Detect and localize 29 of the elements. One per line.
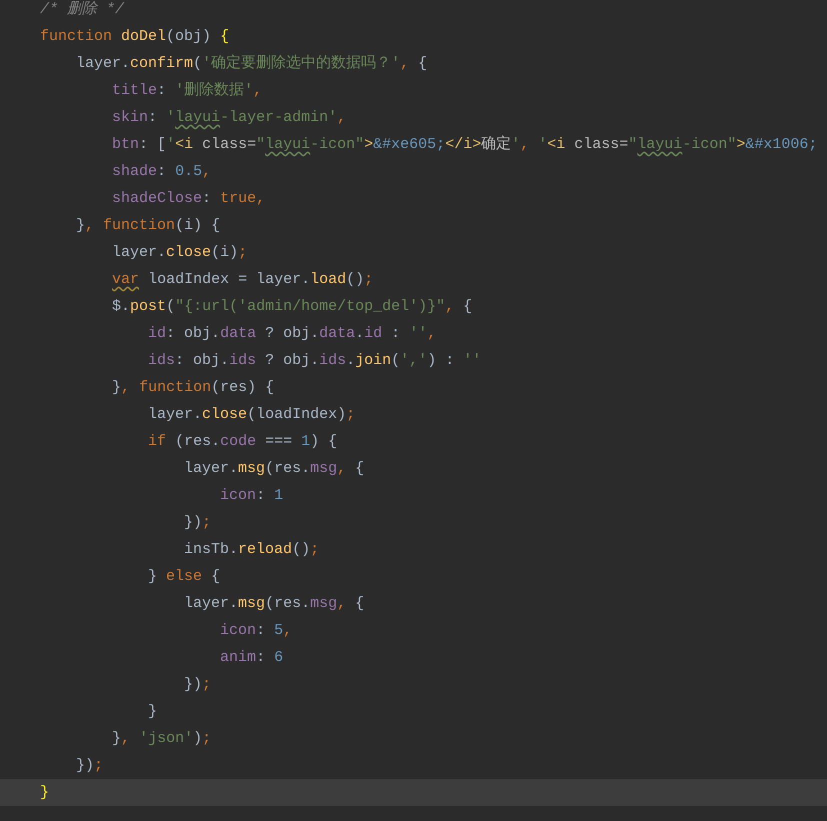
code-line: var loadIndex = layer.load(); xyxy=(111,270,374,290)
code-line: shadeClose: true, xyxy=(111,189,266,209)
code-line: } xyxy=(147,702,158,722)
code-line: ids: obj.ids ? obj.ids.join(',') : '' xyxy=(147,351,482,371)
code-line: layer.confirm('确定要删除选中的数据吗？', { xyxy=(75,53,428,74)
code-line: }, 'json'); xyxy=(111,729,212,749)
code-line: title: '删除数据', xyxy=(111,81,264,101)
code-line: layer.close(i); xyxy=(111,243,248,263)
code-line: insTb.reload(); xyxy=(183,540,320,560)
code-line: $.post("{:url('admin/home/top_del')}", { xyxy=(111,297,474,317)
code-line: layer.close(loadIndex); xyxy=(147,405,356,425)
code-line: layer.msg(res.msg, { xyxy=(183,459,366,479)
code-line: }, function(res) { xyxy=(111,378,276,398)
code-line: /* 删除 */ xyxy=(39,0,126,20)
code-line: } else { xyxy=(147,567,222,587)
code-line: id: obj.data ? obj.data.id : '', xyxy=(147,324,438,344)
code-line: shade: 0.5, xyxy=(111,162,212,182)
code-line: }); xyxy=(183,675,212,695)
code-line: anim: 6 xyxy=(219,648,284,668)
code-line: }); xyxy=(75,756,104,776)
code-line: icon: 5, xyxy=(219,621,294,641)
code-line: icon: 1 xyxy=(219,486,284,506)
code-line: }); xyxy=(183,513,212,533)
code-line: skin: 'layui-layer-admin', xyxy=(111,108,348,128)
code-line: layer.msg(res.msg, { xyxy=(183,594,366,614)
code-line: }, function(i) { xyxy=(75,216,222,236)
code-line: if (res.code === 1) { xyxy=(147,432,338,452)
code-line: function doDel(obj) { xyxy=(39,27,230,47)
code-line: btn: ['<i class="layui-icon">&#xe605;</i>确定', '<i class="layui-icon">&#x1006; xyxy=(111,134,818,155)
